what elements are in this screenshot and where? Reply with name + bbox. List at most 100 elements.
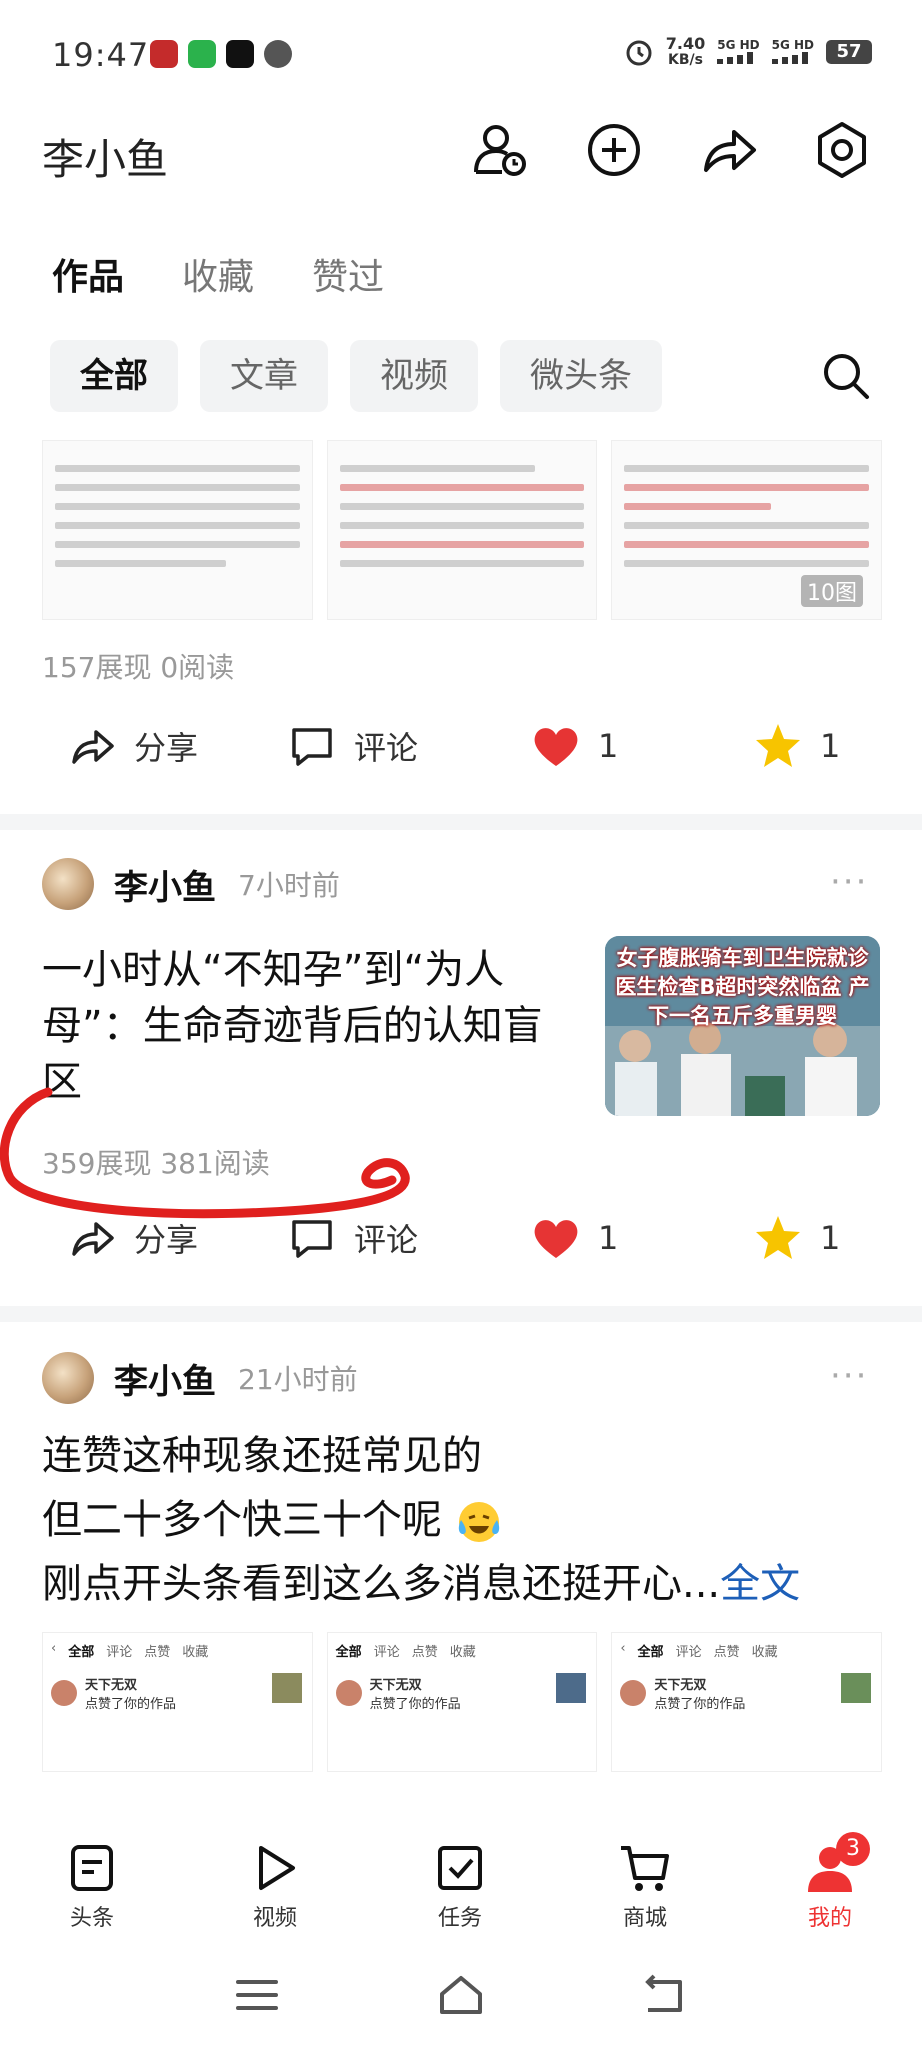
settings-hex-icon[interactable] — [810, 118, 874, 182]
notification-badge: 3 — [836, 1832, 870, 1866]
post1-image-2[interactable] — [326, 440, 598, 620]
nav-video-label: 视频 — [252, 1906, 297, 1931]
post1-favorite-button[interactable]: 1 — [752, 720, 840, 772]
share-icon — [72, 1222, 114, 1256]
filter-videos[interactable]: 视频 — [350, 340, 478, 412]
star-icon — [756, 724, 800, 767]
post1-actions: 分享 评论 1 1 — [0, 720, 922, 790]
post2-actions: 分享 评论 1 1 — [0, 1212, 922, 1282]
post2-header: 李小鱼 7小时前 — [42, 858, 340, 910]
like-count: 1 — [598, 727, 619, 765]
post1-image-1[interactable] — [42, 440, 313, 620]
cart-icon — [621, 1846, 669, 1891]
post2-share-button[interactable]: 分享 — [66, 1212, 198, 1264]
post3-image-2[interactable]: 全部 评论 点赞 收藏 天下无双 点赞了你的作品 — [326, 1632, 598, 1772]
comment-label: 评论 — [354, 729, 419, 767]
share-label: 分享 — [134, 729, 199, 767]
system-nav-bar — [0, 1940, 922, 2048]
comment-icon — [292, 1220, 332, 1258]
task-check-icon — [438, 1846, 482, 1890]
post3-line-1: 连赞这种现象还挺常见的 — [42, 1433, 482, 1479]
tab-collections[interactable]: 收藏 — [182, 248, 254, 300]
section-divider — [0, 814, 922, 830]
nav-mall-label: 商城 — [622, 1906, 667, 1931]
primary-tabs: 作品 收藏 赞过 — [52, 248, 384, 300]
full-text-link[interactable]: 全文 — [720, 1561, 800, 1607]
image-count-badge: 10图 — [801, 575, 864, 607]
status-bar: 19:47 7.40 KB/s 5G HD 5G HD 57 — [0, 0, 922, 110]
star-icon — [756, 1216, 800, 1259]
search-icon[interactable] — [820, 350, 872, 402]
status-right: 7.40 KB/s 5G HD 5G HD 57 — [624, 36, 872, 68]
home-icon[interactable] — [436, 1970, 486, 2020]
comment-label: 评论 — [354, 1221, 419, 1259]
share-icon — [72, 730, 114, 764]
post2-time: 7小时前 — [238, 869, 340, 902]
tab-liked[interactable]: 赞过 — [312, 248, 384, 300]
wechat-app-icon — [188, 40, 216, 68]
post2-image-caption: 女子腹胀骑车到卫生院就诊 医生检查B超时突然临盆 产下一名五斤多重男婴 — [615, 946, 870, 1028]
filter-micro-posts[interactable]: 微头条 — [500, 340, 662, 412]
nav-headline-label: 头条 — [69, 1906, 114, 1931]
heart-icon — [534, 728, 578, 766]
back-icon[interactable] — [640, 1970, 690, 2020]
avatar[interactable] — [42, 1352, 94, 1404]
nav-video[interactable]: 视频 — [215, 1840, 335, 1932]
comment-icon — [292, 728, 332, 766]
post2-favorite-button[interactable]: 1 — [752, 1212, 840, 1264]
menu-icon[interactable] — [232, 1970, 282, 2020]
network-speed: 7.40 KB/s — [666, 36, 705, 69]
cube-app-icon — [226, 40, 254, 68]
post2-like-button[interactable]: 1 — [530, 1212, 618, 1264]
nav-mine[interactable]: 我的 3 — [770, 1832, 890, 1932]
more-options-icon[interactable]: ··· — [830, 862, 868, 902]
filter-articles[interactable]: 文章 — [200, 340, 328, 412]
nav-tasks[interactable]: 任务 — [400, 1840, 520, 1932]
add-circle-icon[interactable] — [582, 118, 646, 182]
profile-username: 李小鱼 — [42, 135, 169, 184]
post3-time: 21小时前 — [238, 1363, 358, 1396]
network-2-label: 5G HD — [771, 37, 814, 52]
post3-line-2: 但二十多个快三十个呢 — [42, 1488, 892, 1552]
network-1-label: 5G HD — [717, 37, 760, 52]
network-1: 5G HD — [717, 37, 760, 67]
post2-image[interactable]: 女子腹胀骑车到卫生院就诊 医生检查B超时突然临盆 产下一名五斤多重男婴 — [605, 936, 880, 1116]
leaf-app-icon — [264, 40, 292, 68]
alarm-icon — [626, 40, 652, 66]
post3-image-1[interactable]: ‹ 全部 评论 点赞 收藏 天下无双 点赞了你的作品 — [42, 1632, 313, 1772]
post3-image-grid[interactable]: ‹ 全部 评论 点赞 收藏 天下无双 点赞了你的作品 全部 评论 点赞 收藏 天下无双 点赞了你的… — [42, 1632, 883, 1772]
like-count: 1 — [598, 1219, 619, 1257]
network-2: 5G HD — [771, 37, 814, 67]
red-circle-annotation — [0, 1087, 410, 1219]
tab-works[interactable]: 作品 — [52, 248, 124, 300]
section-divider — [0, 1306, 922, 1322]
post1-comment-button[interactable]: 评论 — [286, 720, 418, 772]
headline-icon — [71, 1845, 113, 1891]
nav-mall[interactable]: 商城 — [585, 1840, 705, 1932]
share-icon[interactable] — [696, 118, 760, 182]
more-options-icon[interactable]: ··· — [830, 1356, 868, 1396]
filter-all[interactable]: 全部 — [50, 340, 178, 412]
post1-image-grid[interactable]: 10图 — [42, 440, 883, 620]
profile-header: 李小鱼 — [0, 110, 922, 200]
post3-body[interactable]: 连赞这种现象还挺常见的 但二十多个快三十个呢 刚点开头条看到这么多消息还挺开心.… — [42, 1424, 892, 1616]
post1-image-3[interactable]: 10图 — [611, 440, 883, 620]
post3-image-3[interactable]: ‹ 全部 评论 点赞 收藏 天下无双 点赞了你的作品 — [611, 1632, 883, 1772]
signal-icon — [771, 51, 808, 64]
post1-like-button[interactable]: 1 — [530, 720, 618, 772]
nav-headline[interactable]: 头条 — [32, 1840, 152, 1932]
post3-line-2-text: 但二十多个快三十个呢 — [42, 1497, 442, 1543]
favorite-count: 1 — [820, 727, 841, 765]
post2-comment-button[interactable]: 评论 — [286, 1212, 418, 1264]
favorite-count: 1 — [820, 1219, 841, 1257]
avatar[interactable] — [42, 858, 94, 910]
user-clock-icon[interactable] — [468, 118, 532, 182]
post1-share-button[interactable]: 分享 — [66, 720, 198, 772]
heart-icon — [534, 1220, 578, 1258]
post3-header: 李小鱼 21小时前 — [42, 1352, 358, 1404]
post1-stats: 157展现 0阅读 — [42, 651, 235, 684]
status-time: 19:47 — [52, 36, 150, 74]
post3-author[interactable]: 李小鱼 — [114, 1354, 216, 1403]
post2-author[interactable]: 李小鱼 — [114, 860, 216, 909]
bank-app-icon — [150, 40, 178, 68]
